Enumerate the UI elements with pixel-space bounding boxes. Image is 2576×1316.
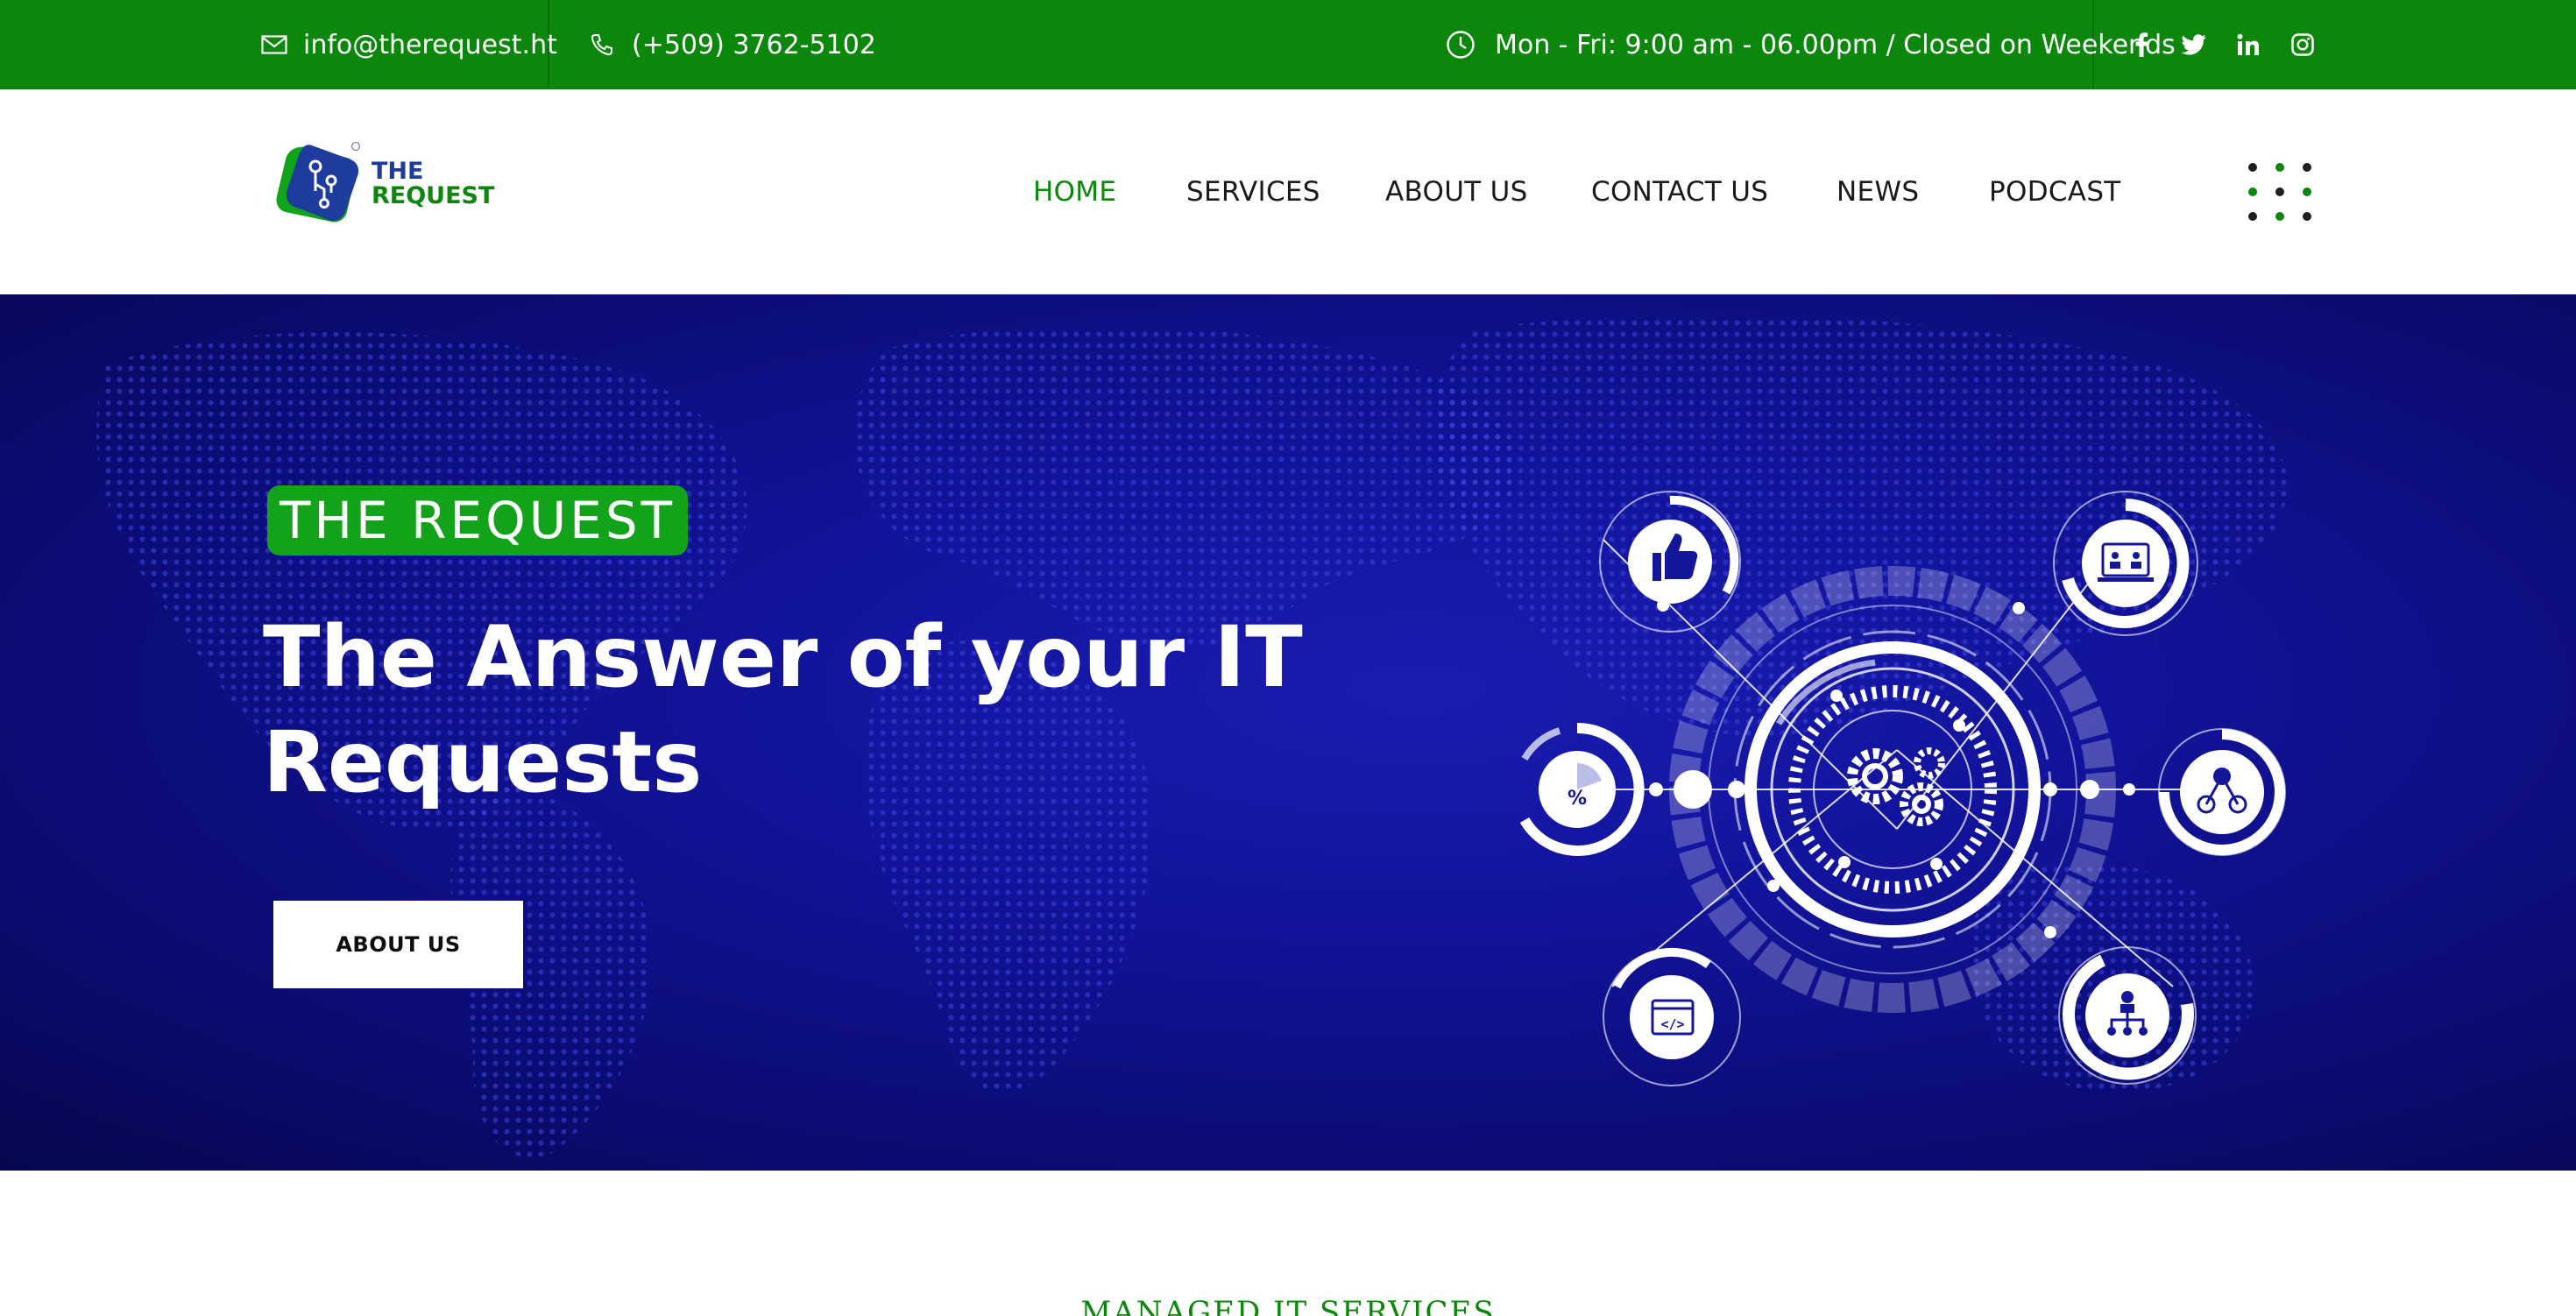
hours-text: Mon - Fri: 9:00 am - 06.00pm / Closed on… bbox=[1495, 29, 2176, 60]
nav-home[interactable]: HOME bbox=[1033, 89, 1116, 294]
business-hours: Mon - Fri: 9:00 am - 06.00pm / Closed on… bbox=[1446, 0, 2176, 89]
divider bbox=[2092, 0, 2094, 89]
instagram-icon bbox=[2291, 33, 2314, 56]
site-header: THE REQUEST HOME SERVICES ABOUT US CONTA… bbox=[0, 89, 2576, 294]
nav-podcast[interactable]: PODCAST bbox=[1989, 89, 2121, 294]
facebook-link[interactable] bbox=[2122, 0, 2161, 89]
twitter-link[interactable] bbox=[2175, 0, 2213, 89]
gears-icon bbox=[1847, 747, 1945, 826]
thumbs-up-icon bbox=[1599, 491, 1741, 633]
top-bar: info@therequest.ht (+509) 3762-5102 Mon … bbox=[0, 0, 2576, 89]
linkedin-icon bbox=[2237, 33, 2259, 55]
envelope-icon bbox=[261, 35, 287, 54]
phone-text: (+509) 3762-5102 bbox=[632, 29, 876, 60]
email-text: info@therequest.ht bbox=[303, 29, 557, 60]
about-us-button[interactable]: ABOUT US bbox=[273, 901, 523, 988]
contact-email[interactable]: info@therequest.ht bbox=[261, 0, 557, 89]
network-nodes-icon bbox=[2158, 728, 2286, 856]
hero-banner: THE REQUEST The Answer of your IT Reques… bbox=[0, 294, 2576, 1171]
hero-title-line-2: Requests bbox=[263, 713, 703, 811]
it-network-illustration: % </> bbox=[1519, 491, 2286, 1086]
hero-title-line-1: The Answer of your IT bbox=[263, 608, 1303, 706]
logo-line-2: REQUEST bbox=[372, 182, 495, 209]
grid-menu-icon[interactable] bbox=[2248, 163, 2311, 221]
svg-text:</>: </> bbox=[1660, 1016, 1684, 1032]
code-window-icon: </> bbox=[1603, 947, 1741, 1086]
nav-services[interactable]: SERVICES bbox=[1186, 89, 1320, 294]
video-conference-icon bbox=[2053, 491, 2198, 636]
site-logo[interactable]: THE REQUEST bbox=[261, 140, 498, 237]
section-label: MANAGED IT SERVICES bbox=[1080, 1295, 1496, 1316]
instagram-link[interactable] bbox=[2283, 0, 2322, 89]
logo-text: THE REQUEST bbox=[372, 159, 494, 209]
nav-about-us[interactable]: ABOUT US bbox=[1385, 89, 1528, 294]
nav-contact-us[interactable]: CONTACT US bbox=[1591, 89, 1768, 294]
svg-text:%: % bbox=[1568, 788, 1587, 810]
hero-title: The Answer of your IT Requests bbox=[263, 605, 1314, 815]
hero-badge: THE REQUEST bbox=[267, 485, 689, 555]
logo-line-1: THE bbox=[372, 158, 424, 185]
contact-phone[interactable]: (+509) 3762-5102 bbox=[590, 0, 876, 89]
divider bbox=[548, 0, 549, 89]
org-chart-icon bbox=[2058, 946, 2197, 1085]
clock-icon bbox=[1447, 31, 1475, 59]
phone-icon bbox=[591, 34, 612, 56]
nav-news[interactable]: NEWS bbox=[1836, 89, 1919, 294]
facebook-icon bbox=[2135, 32, 2148, 57]
logo-mark-icon bbox=[276, 141, 361, 223]
twitter-icon bbox=[2182, 34, 2206, 55]
linkedin-link[interactable] bbox=[2229, 0, 2268, 89]
